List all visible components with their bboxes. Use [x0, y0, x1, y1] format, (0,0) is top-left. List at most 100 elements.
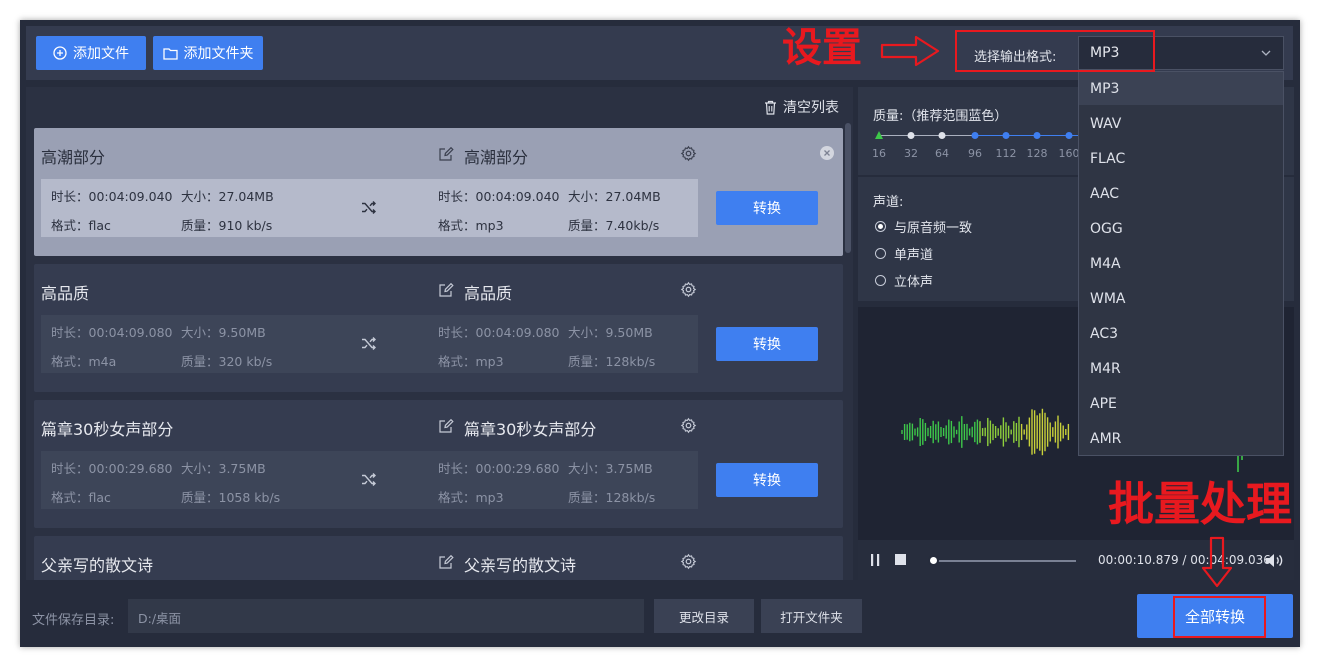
output-size: 大小：9.50MB [568, 325, 653, 340]
source-quality: 质量：910 kb/s [181, 218, 273, 233]
list-scrollbar[interactable] [845, 123, 851, 253]
plus-circle-icon [53, 46, 67, 60]
channel-option-original[interactable]: 与原音频一致 [875, 217, 972, 236]
output-quality: 质量：128kb/s [568, 354, 656, 369]
channel-option-label: 单声道 [894, 248, 934, 263]
edit-icon[interactable] [438, 554, 454, 570]
change-dir-button[interactable]: 更改目录 [654, 599, 754, 633]
format-option-ogg[interactable]: OGG [1090, 221, 1123, 237]
source-size: 大小：27.04MB [181, 189, 274, 204]
quality-tick-dot [907, 132, 915, 139]
quality-tick-dot [1002, 132, 1010, 139]
source-size: 大小：9.50MB [181, 325, 266, 340]
source-file-name: 篇章30秒女声部分 [41, 420, 174, 439]
save-dir-input[interactable]: D:/桌面 [128, 599, 644, 633]
shuffle-icon [362, 473, 376, 486]
format-option-m4r[interactable]: M4R [1090, 361, 1121, 377]
file-card[interactable]: 高潮部分 高潮部分 时长：00:04:09.040 大小：27.04MB 格式：… [34, 128, 843, 256]
edit-icon[interactable] [438, 418, 454, 434]
format-option-amr[interactable]: AMR [1090, 431, 1121, 447]
channel-option-label: 立体声 [894, 275, 934, 290]
gear-icon[interactable] [680, 417, 697, 434]
source-format: 格式：flac [51, 218, 111, 233]
open-folder-button[interactable]: 打开文件夹 [761, 599, 862, 633]
source-size: 大小：3.75MB [181, 461, 266, 476]
output-format: 格式：mp3 [438, 354, 504, 369]
source-quality: 质量：1058 kb/s [181, 490, 281, 505]
progress-track[interactable] [930, 560, 1076, 562]
quality-tick-label: 160 [1058, 147, 1080, 160]
quality-label: 质量:（推荐范围蓝色） [873, 109, 1008, 124]
source-quality: 质量：320 kb/s [181, 354, 273, 369]
file-card[interactable]: 父亲写的散文诗 父亲写的散文诗 [34, 536, 843, 580]
arrow-down-icon [1201, 536, 1233, 588]
output-file-name: 父亲写的散文诗 [464, 556, 577, 575]
app-window: 添加文件 添加文件夹 选择输出格式: MP3 清空列表 高潮部分 高潮部分 时长… [20, 20, 1300, 647]
source-format: 格式：m4a [51, 354, 117, 369]
channel-label: 声道: [873, 195, 904, 210]
output-size: 大小：3.75MB [568, 461, 653, 476]
stop-icon[interactable] [895, 554, 907, 566]
quality-tick-label: 96 [968, 147, 982, 160]
format-option-flac[interactable]: FLAC [1090, 151, 1125, 167]
format-option-ac3[interactable]: AC3 [1090, 326, 1118, 342]
gear-icon[interactable] [680, 145, 697, 162]
shuffle-icon [362, 337, 376, 350]
channel-option-stereo[interactable]: 立体声 [875, 271, 933, 290]
output-file-name: 高潮部分 [464, 148, 529, 167]
quality-tick-dot [971, 132, 979, 139]
format-option-wma[interactable]: WMA [1090, 291, 1126, 307]
clear-list-label: 清空列表 [783, 100, 839, 116]
output-quality: 质量：7.40kb/s [568, 218, 660, 233]
annotation-settings: 设置 [782, 24, 862, 71]
convert-button[interactable]: 转换 [716, 463, 818, 497]
file-info: 时长：00:04:09.040 大小：27.04MB 格式：flac 质量：91… [41, 179, 698, 237]
output-format: 格式：mp3 [438, 490, 504, 505]
playback-time: 00:00:10.879 / 00:04:09.036 [1098, 553, 1271, 567]
format-option-m4a[interactable]: M4A [1090, 256, 1121, 272]
output-quality: 质量：128kb/s [568, 490, 656, 505]
clear-list-button[interactable]: 清空列表 [764, 97, 839, 117]
output-file-name: 篇章30秒女声部分 [464, 420, 597, 439]
source-duration: 时长：00:04:09.080 [51, 325, 173, 340]
format-option-wav[interactable]: WAV [1090, 116, 1121, 132]
quality-tick-dot [1033, 132, 1041, 139]
gear-icon[interactable] [680, 553, 697, 570]
radio-icon [875, 248, 886, 259]
quality-slider-handle[interactable] [875, 131, 883, 139]
channel-option-mono[interactable]: 单声道 [875, 244, 933, 263]
source-duration: 时长：00:04:09.040 [51, 189, 173, 204]
shuffle-icon [362, 201, 376, 214]
pause-icon[interactable] [870, 554, 882, 566]
output-file-name: 高品质 [464, 284, 513, 303]
annotation-batch: 批量处理 [1108, 477, 1292, 531]
highlight-convert-all [1173, 596, 1266, 638]
edit-icon[interactable] [438, 146, 454, 162]
save-dir-value: D:/桌面 [138, 611, 182, 626]
quality-tick-label: 16 [872, 147, 886, 160]
convert-button[interactable]: 转换 [716, 327, 818, 361]
file-card[interactable]: 高品质 高品质 时长：00:04:09.080 大小：9.50MB 格式：m4a… [34, 264, 843, 392]
convert-button[interactable]: 转换 [716, 191, 818, 225]
trash-icon [765, 100, 776, 115]
close-icon[interactable] [820, 146, 834, 160]
source-file-name: 高品质 [41, 284, 90, 303]
format-option-aac[interactable]: AAC [1090, 186, 1119, 202]
format-option-ape[interactable]: APE [1090, 396, 1117, 412]
file-info: 时长：00:00:29.680 大小：3.75MB 格式：flac 质量：105… [41, 451, 698, 509]
add-folder-button[interactable]: 添加文件夹 [153, 36, 263, 70]
add-folder-label: 添加文件夹 [183, 46, 254, 62]
volume-icon[interactable] [1265, 553, 1283, 568]
output-duration: 时长：00:00:29.680 [438, 461, 560, 476]
file-card[interactable]: 篇章30秒女声部分 篇章30秒女声部分 时长：00:00:29.680 大小：3… [34, 400, 843, 528]
format-option-mp3[interactable]: MP3 [1090, 81, 1119, 97]
quality-tick-label: 112 [995, 147, 1017, 160]
progress-knob[interactable] [927, 555, 939, 566]
output-size: 大小：27.04MB [568, 189, 661, 204]
add-file-button[interactable]: 添加文件 [36, 36, 146, 70]
quality-tick-label: 128 [1026, 147, 1048, 160]
gear-icon[interactable] [680, 281, 697, 298]
source-file-name: 高潮部分 [41, 148, 106, 167]
edit-icon[interactable] [438, 282, 454, 298]
chevron-down-icon [1261, 50, 1271, 56]
